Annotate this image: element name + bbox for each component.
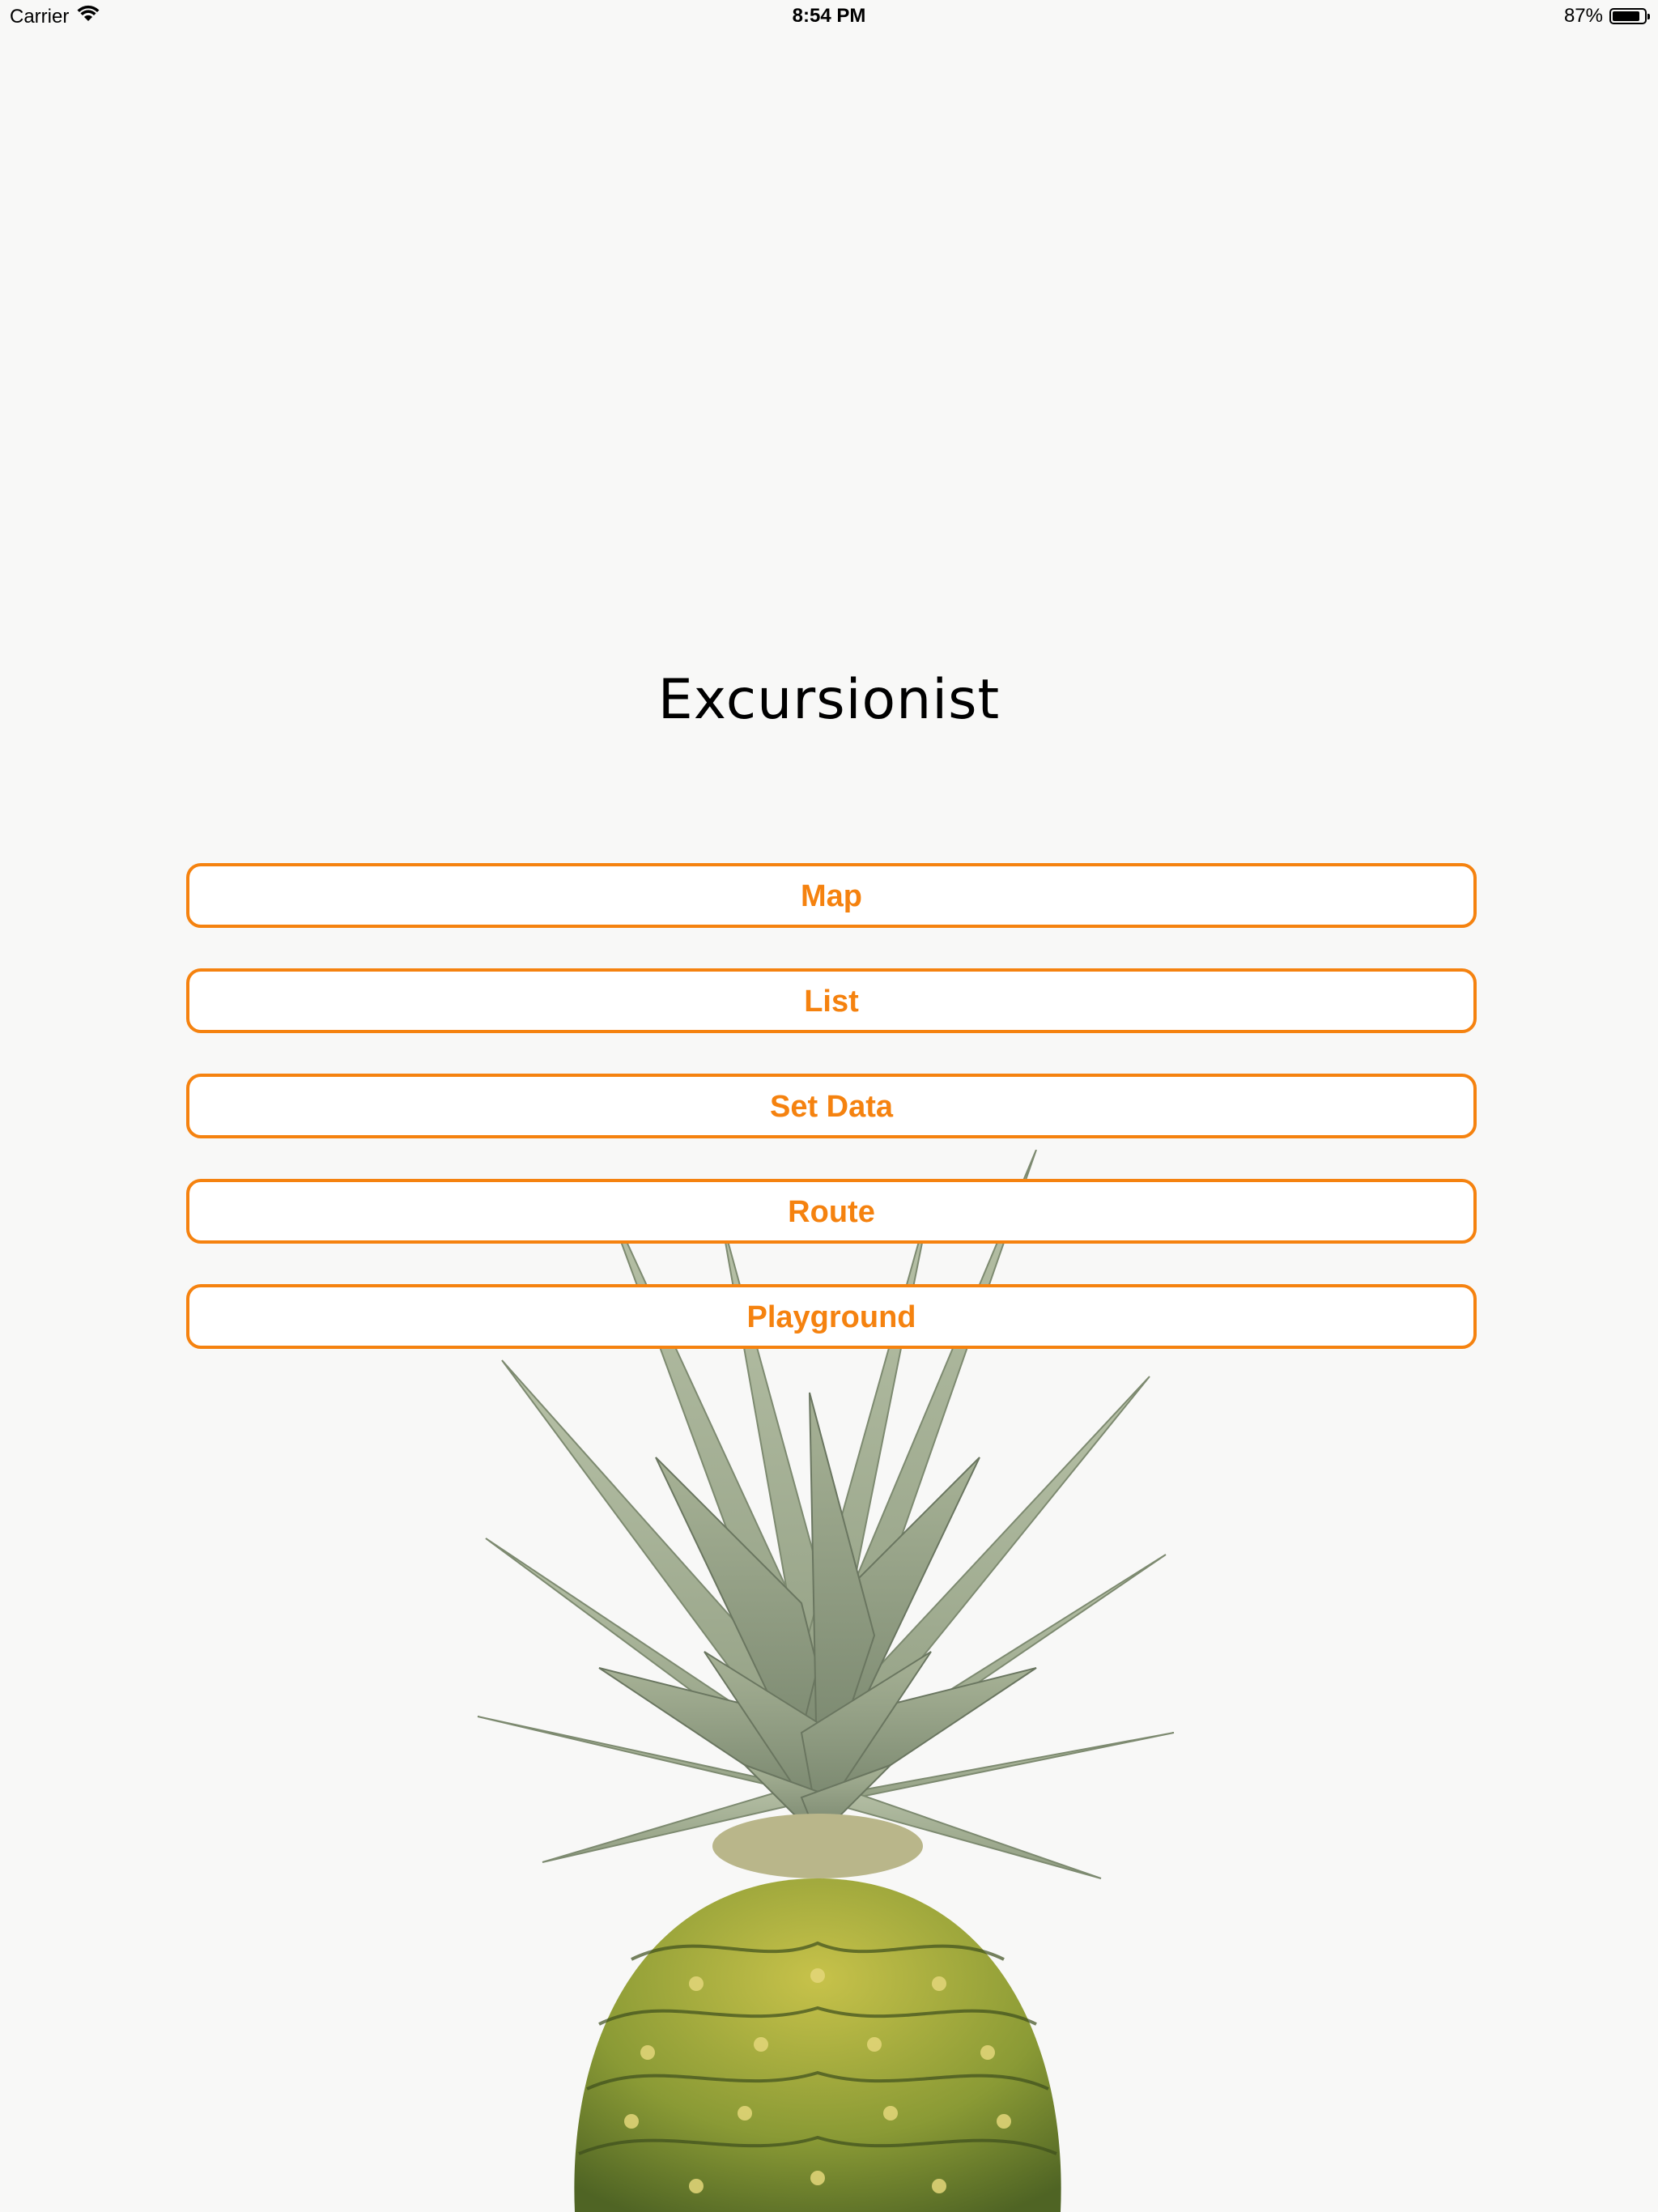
battery-percent: 87% bbox=[1563, 5, 1603, 27]
route-button[interactable]: Route bbox=[186, 1179, 1477, 1244]
set-data-button[interactable]: Set Data bbox=[186, 1074, 1477, 1138]
status-time: 8:54 PM bbox=[792, 5, 866, 27]
playground-button[interactable]: Playground bbox=[186, 1284, 1477, 1349]
battery-icon bbox=[1609, 8, 1650, 24]
map-button[interactable]: Map bbox=[186, 863, 1477, 928]
status-right: 87% bbox=[1563, 5, 1650, 28]
list-button[interactable]: List bbox=[186, 968, 1477, 1033]
status-bar: Carrier 8:54 PM 87% bbox=[0, 0, 1658, 32]
app-title: Excursionist bbox=[657, 668, 1001, 732]
main-menu: Map List Set Data Route Playground bbox=[186, 863, 1477, 1389]
battery-level bbox=[1613, 11, 1640, 21]
app-screen: Carrier 8:54 PM 87% Excursionist Map Lis… bbox=[0, 0, 1658, 2212]
